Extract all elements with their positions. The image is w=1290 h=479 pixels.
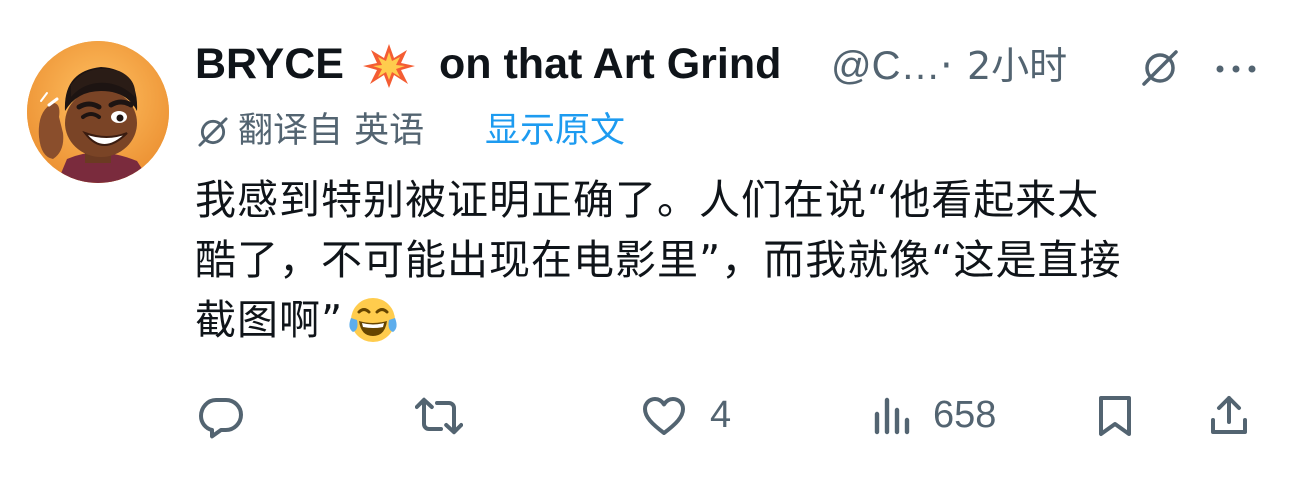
retweet-button[interactable] <box>415 384 475 448</box>
translated-from-label: 翻译自 英语 <box>238 111 425 151</box>
avatar-image <box>27 41 169 183</box>
tweet-header: BRYCE on that Art Grind @C… · 2小时 <box>195 32 1275 96</box>
views-icon <box>874 397 910 435</box>
face-with-tears-of-joy-icon <box>349 298 397 342</box>
tweet-text-line: 酷了，不可能出现在电影里”，而我就像“这是直接 <box>195 236 1122 284</box>
tweet-text-fragment: 截图啊” <box>195 296 344 344</box>
tweet-text-line: 我感到特别被证明正确了。人们在说“他看起来太 <box>195 176 1100 224</box>
retweet-icon <box>415 397 463 435</box>
display-name-suffix[interactable]: on that Art Grind <box>439 38 781 90</box>
translation-row: 翻译自 英语 显示原文 <box>195 106 895 156</box>
grok-icon[interactable] <box>1138 46 1182 90</box>
reply-icon <box>199 398 243 439</box>
collision-emoji-icon <box>363 44 415 88</box>
more-options-icon[interactable] <box>1213 54 1259 84</box>
action-bar: 4 658 <box>195 384 1265 448</box>
share-icon <box>1211 396 1247 434</box>
tweet: BRYCE on that Art Grind @C… · 2小时 翻译自 英语… <box>0 0 1290 479</box>
timestamp[interactable]: 2小时 <box>967 40 1067 92</box>
like-button[interactable]: 4 <box>640 384 760 448</box>
views-count: 658 <box>933 394 997 436</box>
show-original-link[interactable]: 显示原文 <box>485 106 625 156</box>
views-button[interactable]: 658 <box>869 384 1019 448</box>
display-name[interactable]: BRYCE <box>195 38 344 90</box>
like-count: 4 <box>710 394 732 436</box>
heart-icon <box>643 397 685 435</box>
bookmark-icon <box>1099 396 1131 436</box>
author-handle[interactable]: @C… <box>831 40 941 92</box>
tweet-text: 我感到特别被证明正确了。人们在说“他看起来太 酷了，不可能出现在电影里”，而我就… <box>195 170 1265 350</box>
grok-translate-icon <box>198 117 228 147</box>
reply-button[interactable] <box>195 384 255 448</box>
share-button[interactable] <box>1205 384 1265 448</box>
separator-dot: · <box>940 43 953 89</box>
tweet-text-line: 截图啊” <box>195 290 1265 350</box>
avatar[interactable] <box>27 41 169 183</box>
bookmark-button[interactable] <box>1091 384 1151 448</box>
